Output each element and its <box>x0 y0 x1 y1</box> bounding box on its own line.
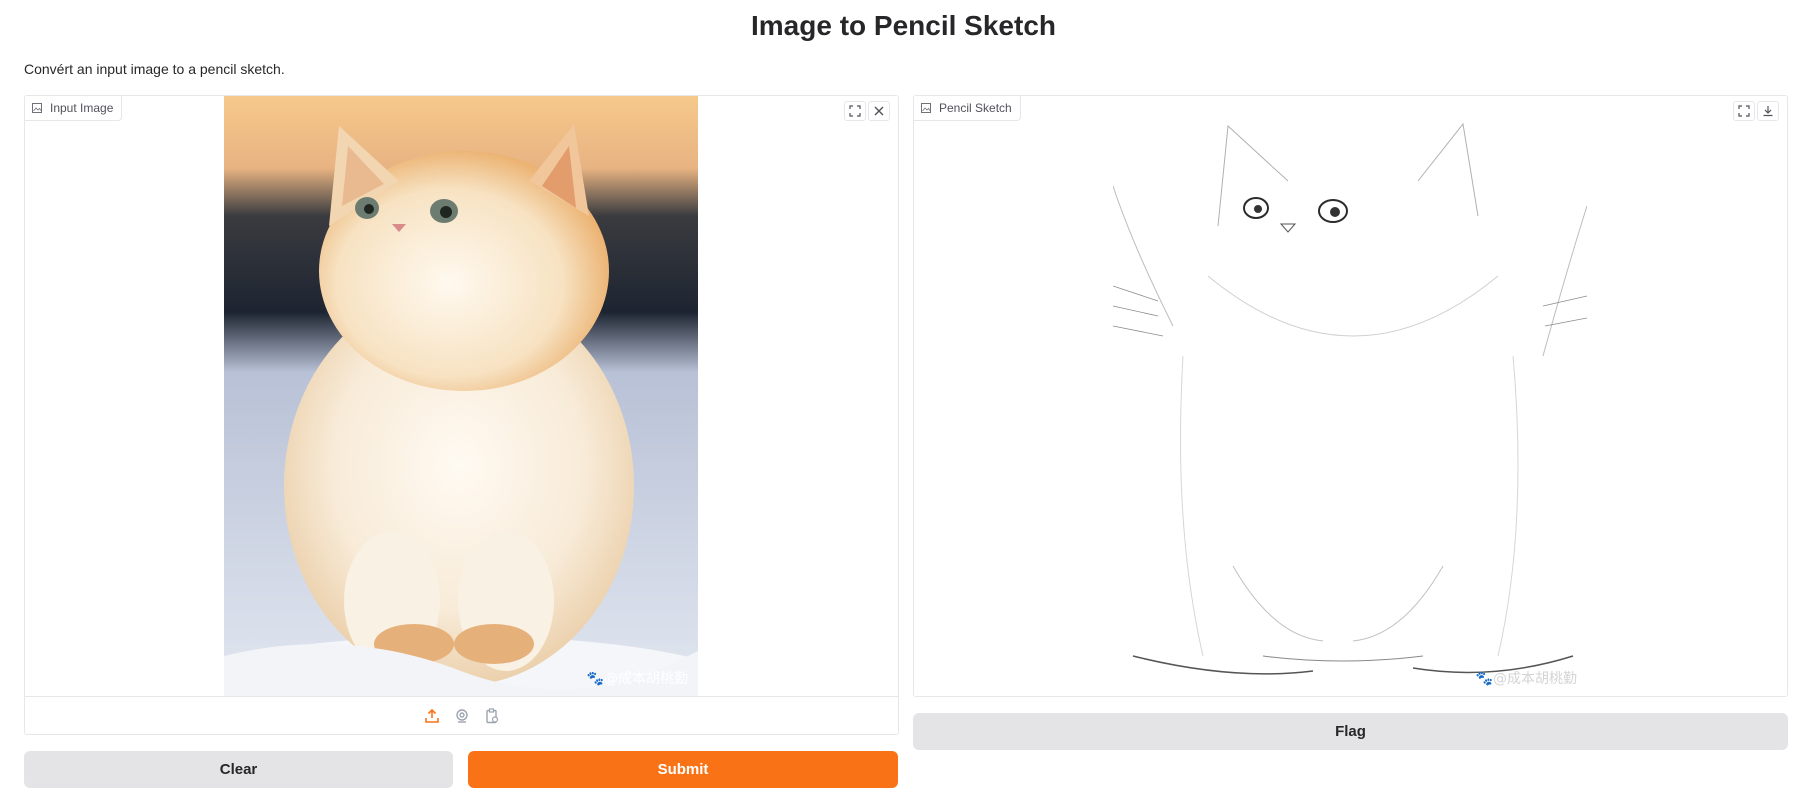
page-description: Convért an input image to a pencil sketc… <box>24 61 285 77</box>
input-watermark: 🐾@成本胡桃勤 <box>586 671 688 687</box>
clear-button[interactable]: Clear <box>24 751 453 788</box>
upload-icon <box>424 708 439 723</box>
page-title: Image to Pencil Sketch <box>751 10 1056 41</box>
image-icon <box>32 103 42 113</box>
fullscreen-icon <box>849 105 861 117</box>
input-image-label-text: Input Image <box>50 101 114 115</box>
pencil-sketch-output: 🐾@成本胡桃勤 <box>914 96 1787 696</box>
pencil-sketch-label: Pencil Sketch <box>914 96 1021 121</box>
clipboard-source-button[interactable] <box>482 706 502 726</box>
source-selector <box>25 696 898 734</box>
input-cat-photo <box>224 96 698 696</box>
download-button[interactable] <box>1757 101 1779 121</box>
output-toolbar <box>1733 101 1779 121</box>
pencil-sketch-image <box>1113 96 1587 696</box>
pencil-sketch-label-text: Pencil Sketch <box>939 101 1012 115</box>
clipboard-icon <box>485 707 498 723</box>
fullscreen-icon <box>1738 105 1750 117</box>
output-watermark: 🐾@成本胡桃勤 <box>1475 671 1577 687</box>
input-image-dropzone[interactable]: 🐾@成本胡桃勤 <box>25 96 898 696</box>
input-image-panel[interactable]: 🐾@成本胡桃勤 Input Image <box>24 95 899 735</box>
webcam-source-button[interactable] <box>452 706 472 726</box>
webcam-icon <box>455 708 468 723</box>
flag-button[interactable]: Flag <box>913 713 1788 750</box>
clear-image-button[interactable] <box>868 101 890 121</box>
input-toolbar <box>844 101 890 121</box>
fullscreen-button[interactable] <box>1733 101 1755 121</box>
input-image-label: Input Image <box>25 96 123 121</box>
close-icon <box>874 106 884 116</box>
fullscreen-button[interactable] <box>844 101 866 121</box>
image-icon <box>921 103 931 113</box>
download-icon <box>1763 106 1773 117</box>
upload-source-button[interactable] <box>422 706 442 726</box>
pencil-sketch-panel: 🐾@成本胡桃勤 Pencil Sketch <box>913 95 1788 697</box>
submit-button[interactable]: Submit <box>468 751 898 788</box>
